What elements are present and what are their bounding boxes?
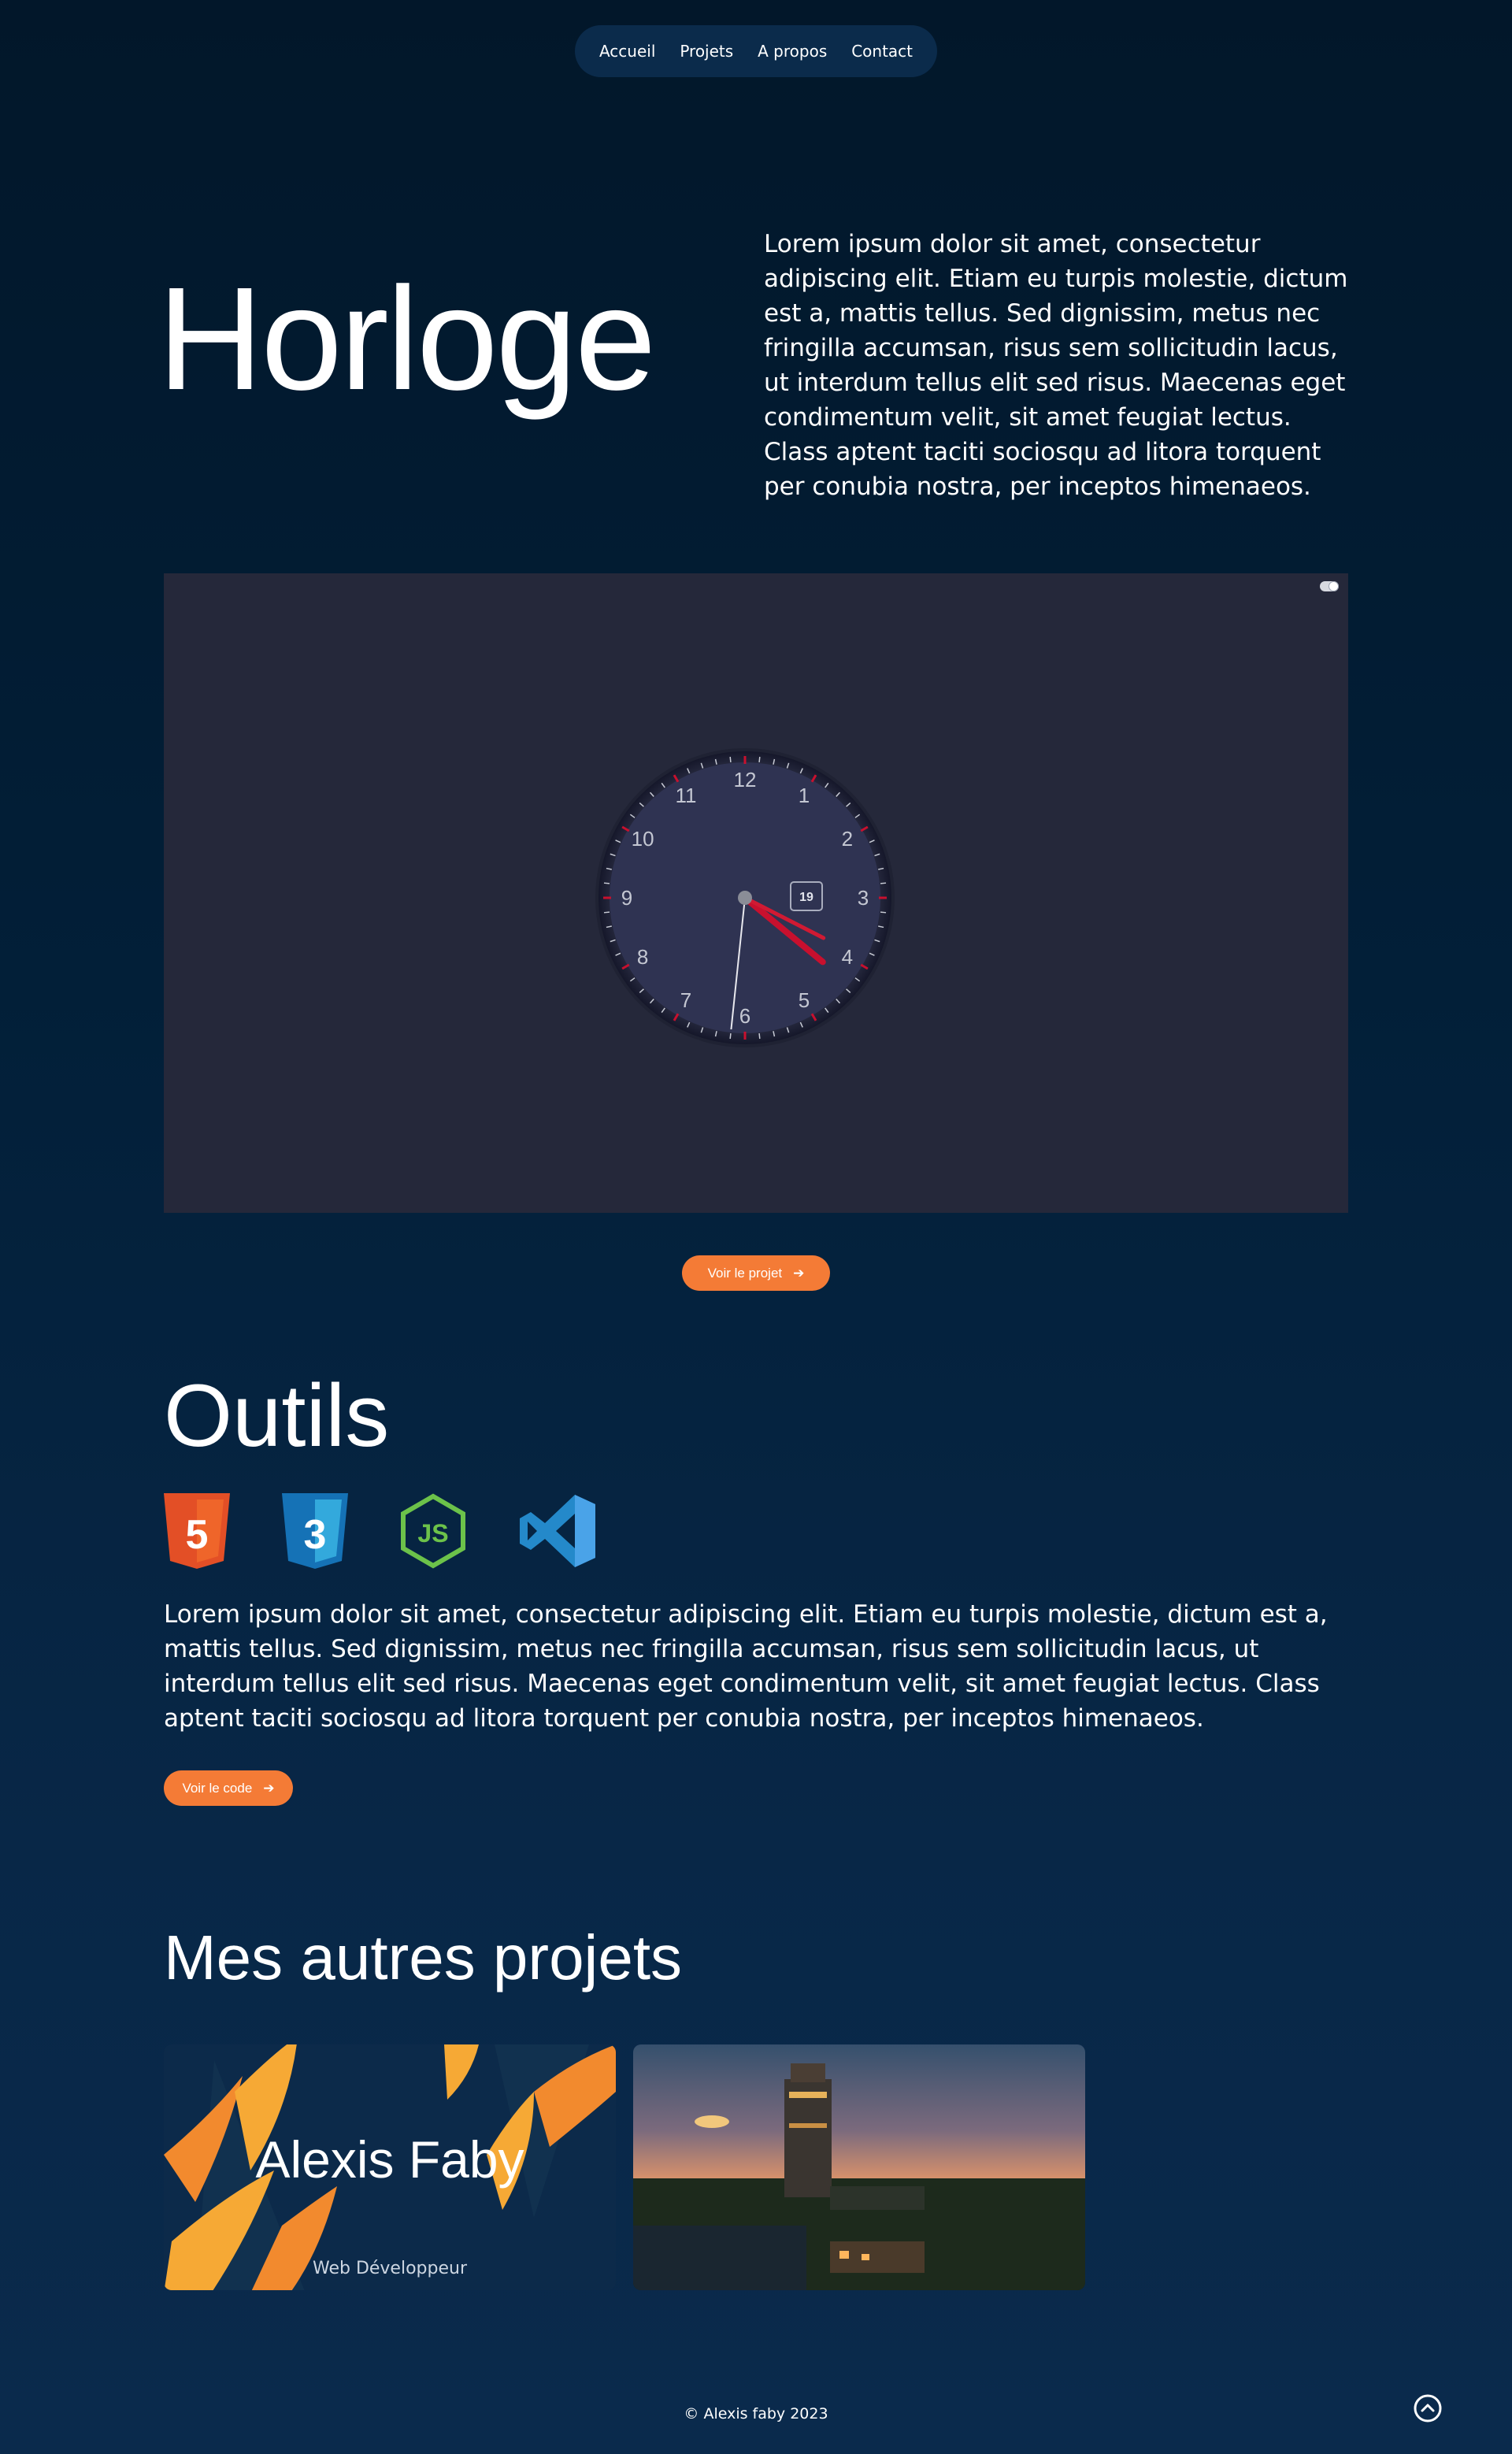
view-code-label: Voir le code	[182, 1780, 253, 1796]
view-code-button[interactable]: Voir le code ➔	[164, 1770, 293, 1806]
minecraft-landscape-image	[633, 2044, 1085, 2290]
project-preview: 12 1 2 3 4 5 6 7 8 9 10 11 19	[164, 573, 1348, 1213]
nav-item-projets[interactable]: Projets	[680, 42, 733, 61]
clock-minor-tick	[758, 1032, 761, 1040]
scroll-to-top-icon[interactable]	[1413, 2393, 1443, 2423]
nav-item-a-propos[interactable]: A propos	[758, 42, 827, 61]
clock-number: 6	[739, 1004, 750, 1028]
tools-icons: 5 3 JS	[164, 1493, 597, 1569]
footer-copyright: © Alexis faby 2023	[684, 2405, 828, 2422]
date-label: 19	[799, 891, 813, 904]
html5-label: 5	[186, 1512, 209, 1558]
page-title: Horloge	[158, 258, 656, 421]
nodejs-icon: JS	[401, 1493, 465, 1569]
tools-title: Outils	[164, 1366, 390, 1465]
vscode-icon	[520, 1495, 595, 1567]
clock-minor-tick	[603, 882, 610, 884]
card-subtitle: Web Développeur	[312, 2259, 467, 2278]
clock-minor-tick	[880, 882, 887, 884]
clock-number: 12	[734, 768, 757, 791]
clock-number: 5	[799, 988, 810, 1012]
clock-number: 10	[632, 827, 654, 851]
clock-number: 7	[680, 988, 691, 1012]
arrow-right-icon: ➔	[263, 1780, 275, 1796]
clock-minor-tick	[729, 1032, 732, 1040]
theme-toggle[interactable]	[1320, 581, 1339, 591]
clock-number: 8	[637, 945, 648, 969]
project-card-alexis-faby[interactable]: Alexis Faby Web Développeur	[164, 2044, 616, 2290]
clock-minor-tick	[758, 756, 761, 763]
other-projects-title: Mes autres projets	[164, 1922, 683, 1992]
clock-number: 2	[842, 827, 853, 851]
arrow-right-icon: ➔	[793, 1265, 805, 1281]
clock-face: 121234567891011 19	[595, 748, 895, 1047]
nav-item-contact[interactable]: Contact	[851, 42, 913, 61]
css3-label: 3	[304, 1512, 327, 1558]
project-card-minecraft[interactable]	[633, 2044, 1085, 2290]
clock-number: 11	[676, 784, 697, 807]
view-project-label: Voir le projet	[707, 1265, 783, 1281]
clock-minor-tick	[603, 911, 610, 914]
clock-minor-tick	[729, 756, 732, 763]
clock-number: 3	[858, 886, 869, 910]
clock-number: 9	[621, 886, 632, 910]
view-project-button[interactable]: Voir le projet ➔	[682, 1255, 830, 1291]
clock-minor-tick	[880, 911, 887, 914]
card-title: Alexis Faby	[255, 2130, 524, 2189]
nodejs-label: JS	[417, 1519, 448, 1548]
css3-icon: 3	[282, 1493, 348, 1569]
clock-number: 1	[799, 784, 810, 807]
tools-description: Lorem ipsum dolor sit amet, consectetur …	[164, 1600, 1328, 1733]
main-nav: Accueil Projets A propos Contact	[575, 25, 937, 77]
nav-item-accueil[interactable]: Accueil	[599, 42, 655, 61]
date-window: 19	[790, 881, 823, 911]
clock-center-cap	[738, 891, 752, 905]
clock-number: 4	[842, 945, 853, 969]
hero-description: Lorem ipsum dolor sit amet, consectetur …	[764, 230, 1348, 501]
html5-icon: 5	[164, 1493, 230, 1569]
